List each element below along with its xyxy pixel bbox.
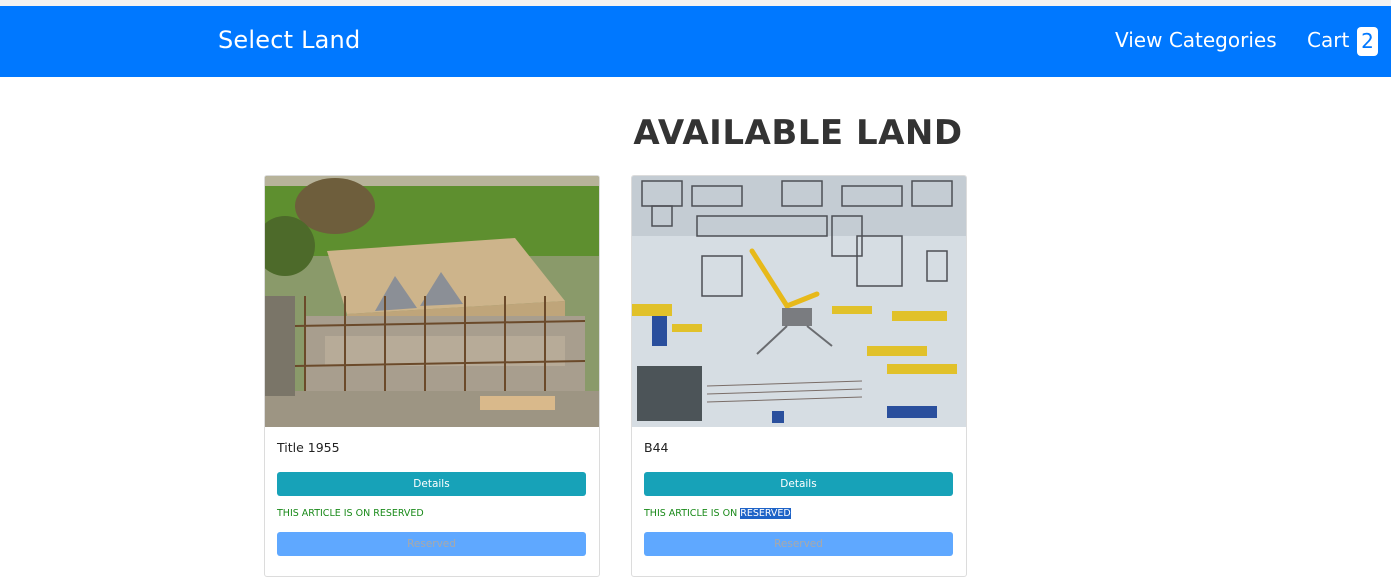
navbar: Select Land View Categories Cart 2 — [0, 6, 1391, 77]
land-card: B44 Details THIS ARTICLE IS ON RESERVED … — [631, 175, 967, 577]
reserved-button[interactable]: Reserved — [277, 532, 586, 556]
construction-site-photo — [632, 176, 966, 427]
nav-view-categories[interactable]: View Categories — [1115, 28, 1277, 52]
house-construction-photo — [265, 176, 599, 427]
card-title: B44 — [644, 440, 669, 455]
cart-count-badge: 2 — [1357, 27, 1378, 56]
card-title: Title 1955 — [277, 440, 340, 455]
nav-cart[interactable]: Cart — [1307, 28, 1349, 52]
reserved-note-prefix: THIS ARTICLE IS ON — [644, 508, 741, 519]
reserved-button[interactable]: Reserved — [644, 532, 953, 556]
page-title: AVAILABLE LAND — [633, 113, 963, 153]
details-button[interactable]: Details — [277, 472, 586, 496]
brand-link[interactable]: Select Land — [218, 26, 360, 54]
reserved-note: THIS ARTICLE IS ON RESERVED — [644, 508, 791, 519]
reserved-note: THIS ARTICLE IS ON RESERVED — [277, 508, 424, 519]
land-card: Title 1955 Details THIS ARTICLE IS ON RE… — [264, 175, 600, 577]
reserved-note-highlight: RESERVED — [740, 508, 791, 519]
details-button[interactable]: Details — [644, 472, 953, 496]
